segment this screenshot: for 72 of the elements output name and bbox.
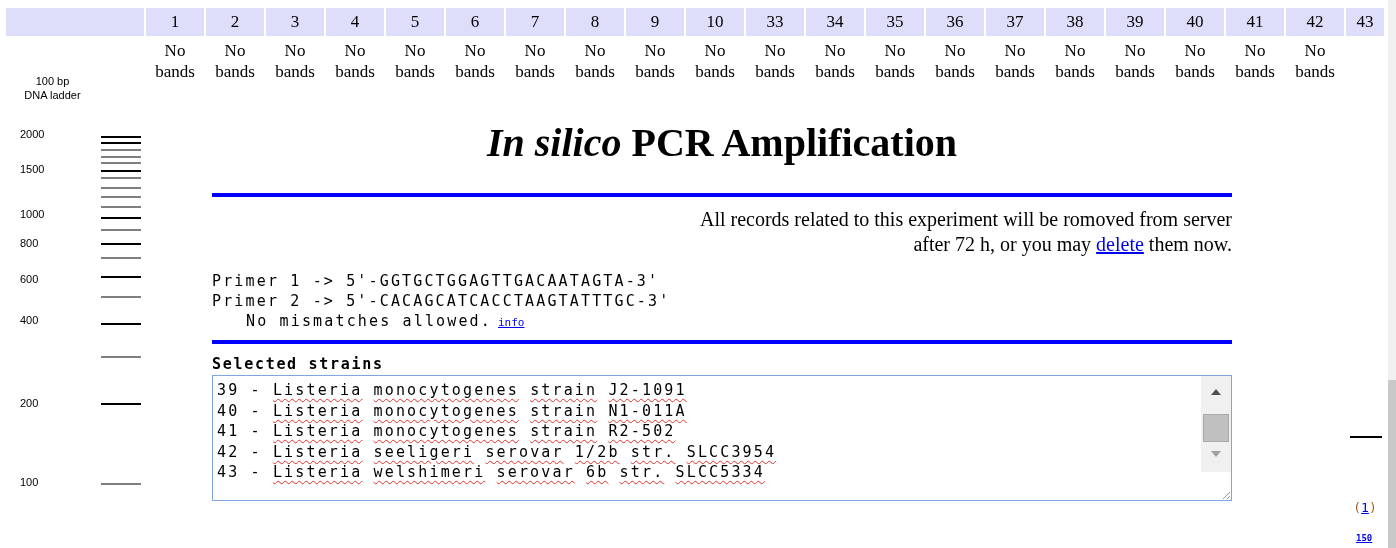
lane-number: 8 <box>566 8 624 36</box>
ladder-label: 600 <box>20 272 39 286</box>
lane-number: 2 <box>206 8 264 36</box>
page-title: In silico PCR Amplification <box>485 120 958 166</box>
band-count: (1) <box>1352 499 1378 517</box>
lane-result: No bands <box>754 40 796 82</box>
lane-result: No bands <box>574 40 616 82</box>
lane-result: No bands <box>214 40 256 82</box>
lane-number: 33 <box>746 8 804 36</box>
page-scrollbar[interactable] <box>1388 0 1396 548</box>
lane-number: 38 <box>1046 8 1104 36</box>
lane-number: 42 <box>1286 8 1344 36</box>
lane-number: 40 <box>1166 8 1224 36</box>
lane-result: No bands <box>274 40 316 82</box>
lane-number: 9 <box>626 8 684 36</box>
ladder-label: 200 <box>20 396 39 410</box>
lane-number: 7 <box>506 8 564 36</box>
lane-result: No bands <box>334 40 376 82</box>
notice-text: All records related to this experiment will be romoved from server after 72 h, or you may delete them now. <box>698 207 1232 257</box>
lane-number: 43 <box>1346 8 1384 36</box>
lane-number: 5 <box>386 8 444 36</box>
lane-number: 41 <box>1226 8 1284 36</box>
lane-result: No bands <box>514 40 556 82</box>
lane-result: No bands <box>1054 40 1096 82</box>
lane-number: 34 <box>806 8 864 36</box>
ladder-label: 800 <box>20 236 39 250</box>
primer-text: Primer 2 -> 5'-CACAGCATCACCTAAGTATTTGC-3' <box>212 291 672 311</box>
lane-result: No bands <box>154 40 196 82</box>
scroll-up-icon[interactable] <box>1210 388 1222 396</box>
lane-result: No bands <box>1294 40 1336 82</box>
lane-number: 1 <box>146 8 204 36</box>
strain-line: 42 - Listeria seeligeri serovar 1/2b str. SLCC3954 <box>217 441 778 462</box>
lane-result: No bands <box>1114 40 1156 82</box>
scroll-down-icon[interactable] <box>1210 450 1222 458</box>
lane-result: No bands <box>874 40 916 82</box>
lane-result: No bands <box>694 40 736 82</box>
lane-result: No bands <box>454 40 496 82</box>
mismatch-text: No mismatches allowed. <box>246 311 492 331</box>
lane-result: No bands <box>994 40 1036 82</box>
strain-line: 40 - Listeria monocytogenes strain N1-011A <box>217 400 688 421</box>
ladder-label: 1000 <box>20 207 45 221</box>
info-link[interactable]: info <box>498 316 525 329</box>
strains-text-area[interactable] <box>212 375 1232 501</box>
lane-result: No bands <box>1234 40 1276 82</box>
lane-number: 36 <box>926 8 984 36</box>
band-size-link[interactable]: 150 <box>1356 533 1373 543</box>
lane-result: No bands <box>934 40 976 82</box>
lane-number: 35 <box>866 8 924 36</box>
lane-result: No bands <box>634 40 676 82</box>
delete-link[interactable]: delete <box>1096 233 1144 255</box>
lane-number: 4 <box>326 8 384 36</box>
lane-result: No bands <box>394 40 436 82</box>
strain-line: 41 - Listeria monocytogenes strain R2-502 <box>217 421 677 442</box>
lane-number: 10 <box>686 8 744 36</box>
ladder-label: 400 <box>20 313 39 327</box>
resize-grip-icon[interactable] <box>1221 490 1231 500</box>
lane-result: No bands <box>1174 40 1216 82</box>
lane-result: No bands <box>814 40 856 82</box>
ladder-label: 100 <box>20 475 39 489</box>
ladder-label: 1500 <box>20 162 45 176</box>
band-count-link[interactable]: 1 <box>1361 500 1369 515</box>
primer-text: Primer 1 -> 5'-GGTGCTGGAGTTGACAATAGTA-3' <box>212 271 661 291</box>
strain-line: 43 - Listeria welshimeri serovar 6b str. SLCC5334 <box>217 462 766 483</box>
scroll-thumb[interactable] <box>1203 414 1229 442</box>
ladder-label: 2000 <box>20 127 45 141</box>
lane-number: 6 <box>446 8 504 36</box>
lane-number: 39 <box>1106 8 1164 36</box>
strains-label: Selected strains <box>212 354 385 374</box>
strain-line: 39 - Listeria monocytogenes strain J2-1091 <box>217 380 688 401</box>
lane-number: 37 <box>986 8 1044 36</box>
lane-number: 3 <box>266 8 324 36</box>
ladder-title: 100 bp DNA ladder <box>23 74 82 102</box>
